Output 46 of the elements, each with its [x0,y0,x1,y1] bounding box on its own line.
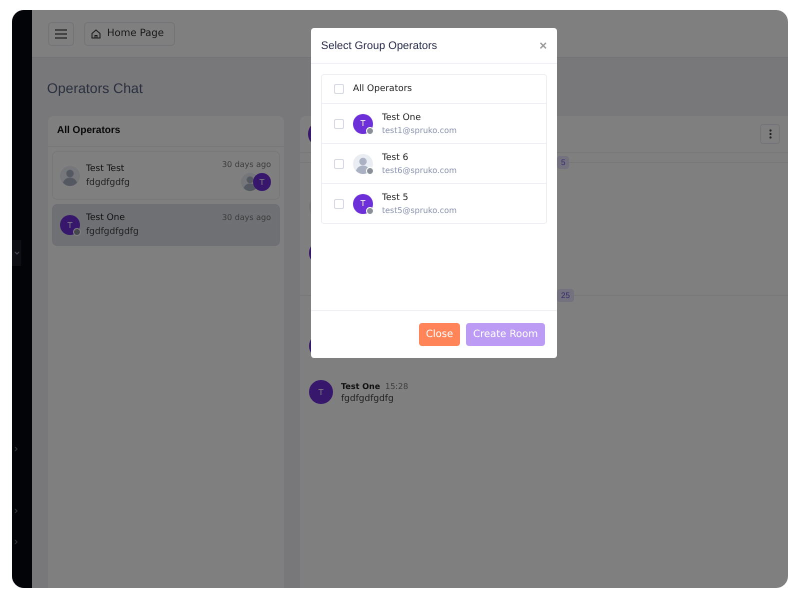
operator-name: Test One [86,213,126,223]
panel-title: All Operators [48,116,284,147]
user-avatar: T [353,194,373,214]
checkbox[interactable] [334,158,344,168]
checkbox[interactable] [334,84,344,94]
checkbox[interactable] [334,198,344,208]
dialog-title: Select Group Operators [321,40,438,52]
page-title: Operators Chat [47,80,143,96]
close-dialog-button[interactable]: Close [418,323,460,346]
sender-name: Test One [341,382,380,391]
checkbox[interactable] [334,118,344,128]
user-avatar: T [60,215,80,235]
operator-name: Test One [382,112,422,122]
date-badge: 25 [557,289,574,302]
all-operators-label: All Operators [353,84,412,94]
operator-email: test6@spruko.com [382,166,457,174]
user-avatar: T [309,380,333,404]
timestamp: 30 days ago [222,160,271,169]
chevron-down-icon [14,250,20,256]
operator-name: Test Test [86,164,126,174]
sidebar-toggle[interactable] [12,240,21,266]
timestamp: 30 days ago [222,213,271,222]
home-page-button[interactable]: Home Page [84,22,175,46]
status-dot [73,228,81,236]
date-badge: 5 [557,156,570,169]
message-time: 15:28 [385,382,408,391]
operator-name: Test 6 [382,152,410,162]
operator-email: test1@spruko.com [382,126,457,134]
menu-icon [55,28,67,38]
message-preview: fgdfgdfgdfg [86,227,140,237]
close-button[interactable]: × [539,39,547,52]
home-icon [91,28,101,38]
user-avatar: T [353,114,373,134]
kebab-icon [768,129,772,139]
operator-email: test5@spruko.com [382,206,457,214]
more-button[interactable] [760,124,780,144]
operator-name: Test 5 [382,192,410,202]
operator-item[interactable]: Test Test fdgdfgdfg 30 days ago T [52,151,280,200]
message-preview: fdgdfgdfg [86,178,131,188]
chevron-right-icon[interactable] [13,446,19,452]
chevron-right-icon[interactable] [13,539,19,545]
chevron-right-icon[interactable] [13,508,19,514]
user-avatar: T [253,173,271,191]
message-text: fgdfgdfgdfg [341,394,395,404]
operator-item[interactable]: T Test One fgdfgdfgdfg 30 days ago [52,204,280,246]
menu-button[interactable] [48,22,74,46]
